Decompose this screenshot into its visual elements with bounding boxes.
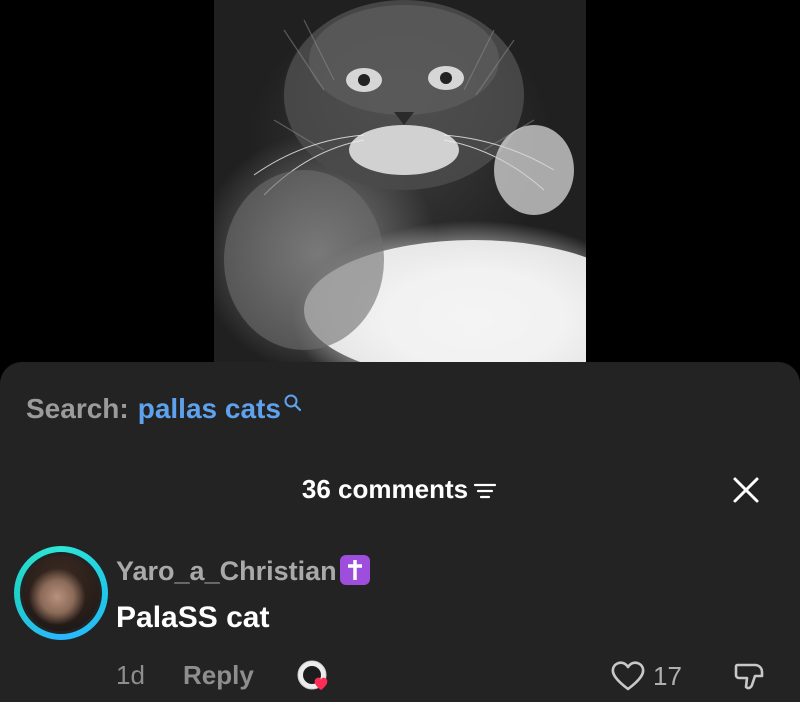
search-label: Search: [26, 393, 129, 424]
search-icon[interactable] [283, 393, 303, 413]
dislike-icon[interactable] [733, 659, 767, 693]
cat-image [224, 0, 586, 362]
search-term-link[interactable]: pallas cats [138, 393, 281, 424]
comments-count-title: 36 comments [301, 474, 469, 504]
close-icon[interactable] [730, 474, 762, 506]
avatar-story-ring[interactable] [14, 546, 108, 640]
heart-icon[interactable] [610, 660, 646, 692]
username-text[interactable]: Yaro_a_Christian [116, 556, 337, 586]
comment-author[interactable]: Yaro_a_Christian [116, 554, 370, 588]
reply-button[interactable]: Reply [183, 660, 254, 691]
filter-icon[interactable] [472, 481, 498, 501]
comment-time: 1d [116, 660, 145, 690]
comments-header: 36 comments [0, 474, 800, 505]
like-count: 17 [653, 661, 682, 691]
creator-like-icon [297, 660, 328, 690]
video-area[interactable] [0, 0, 800, 380]
search-suggestion[interactable]: Search: pallas cats [26, 393, 303, 425]
comment-text: PalaSS cat [116, 601, 270, 634]
cross-badge-icon [339, 554, 370, 585]
avatar[interactable] [20, 552, 102, 634]
video-frame[interactable] [214, 0, 586, 362]
